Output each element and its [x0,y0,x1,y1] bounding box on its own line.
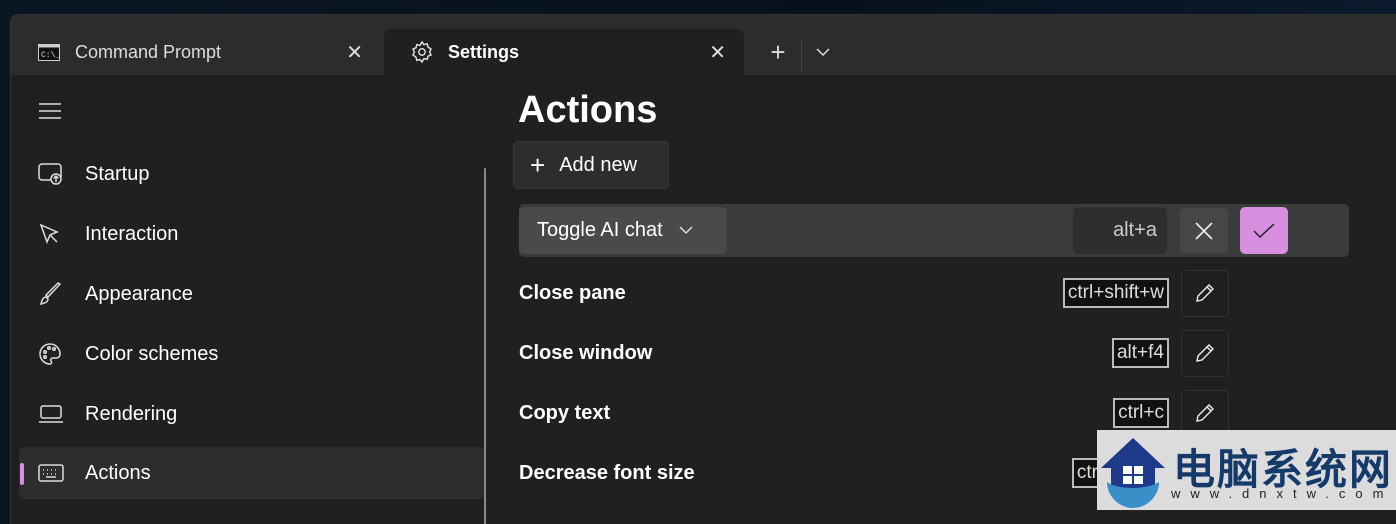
palette-icon [37,342,65,366]
keybinding-input[interactable]: alt+a [1073,207,1167,254]
menu-icon [39,103,61,119]
keybinding: ctrl+shift+w [1062,278,1169,308]
watermark-logo: 电脑系统网 www.dnxtw.com [1097,430,1396,510]
sidebar-item-label: Actions [85,461,151,484]
close-tab-icon[interactable]: ✕ [709,40,726,65]
sidebar-item-label: Interaction [85,222,179,245]
tab-dropdown-button[interactable] [811,37,835,67]
chevron-down-icon [679,226,693,235]
pencil-icon [1196,284,1214,302]
action-edit-row: Toggle AI chat alt+a [519,204,1349,257]
cancel-button[interactable] [1180,208,1228,253]
laptop-icon [37,404,65,424]
keybinding: ctrl+c [1113,398,1169,428]
divider [801,39,802,71]
action-row: Close window alt+f4 [519,329,1229,377]
hamburger-menu-button[interactable] [39,103,61,124]
svg-text:C:\_: C:\_ [41,51,60,60]
gear-icon [410,40,434,64]
save-button[interactable] [1240,207,1288,254]
close-icon [1195,221,1213,240]
pencil-icon [1196,344,1214,362]
sidebar-item-appearance[interactable]: Appearance [19,268,485,320]
brush-icon [37,282,65,306]
action-name: Decrease font size [519,461,695,484]
sidebar-item-interaction[interactable]: Interaction [19,208,485,260]
action-name: Close pane [519,281,626,304]
sidebar-item-rendering[interactable]: Rendering [19,388,485,440]
sidebar-item-label: Appearance [85,282,193,305]
sidebar-item-label: Color schemes [85,342,219,365]
action-select[interactable]: Toggle AI chat [519,207,727,254]
tab-label: Settings [448,41,520,62]
tab-command-prompt[interactable]: C:\_ Command Prompt ✕ [11,29,381,75]
watermark-url: www.dnxtw.com [1171,486,1394,501]
plus-icon: + [530,149,546,180]
sidebar-item-label: Startup [85,162,150,185]
sidebar-item-label: Rendering [85,402,178,425]
cmd-icon: C:\_ [37,42,61,62]
close-tab-icon[interactable]: ✕ [346,40,363,65]
edit-button[interactable] [1181,269,1229,317]
tab-bar: C:\_ Command Prompt ✕ Settings ✕ + [11,15,1396,75]
sidebar-item-actions[interactable]: Actions [19,447,485,499]
action-name: Close window [519,341,653,364]
pencil-icon [1196,404,1214,422]
startup-icon [37,163,65,185]
new-tab-button[interactable]: + [763,37,793,68]
add-new-button[interactable]: + Add new [513,141,669,189]
keybinding: alt+f4 [1111,338,1169,368]
tab-label: Command Prompt [75,41,222,62]
sidebar-item-startup[interactable]: Startup [19,148,485,200]
house-logo-icon [1101,438,1165,508]
edit-button[interactable] [1181,329,1229,377]
cursor-icon [37,222,65,246]
tab-settings[interactable]: Settings ✕ [384,29,744,75]
action-name: Copy text [519,401,611,424]
keyboard-icon [37,463,65,483]
checkmark-icon [1253,222,1275,238]
action-select-value: Toggle AI chat [537,219,663,241]
sidebar-scrollbar[interactable] [484,168,486,524]
sidebar-item-color-schemes[interactable]: Color schemes [19,328,485,380]
page-title: Actions [518,89,658,131]
action-row: Close pane ctrl+shift+w [519,269,1229,317]
chevron-down-icon [816,47,830,56]
add-new-label: Add new [559,153,638,176]
